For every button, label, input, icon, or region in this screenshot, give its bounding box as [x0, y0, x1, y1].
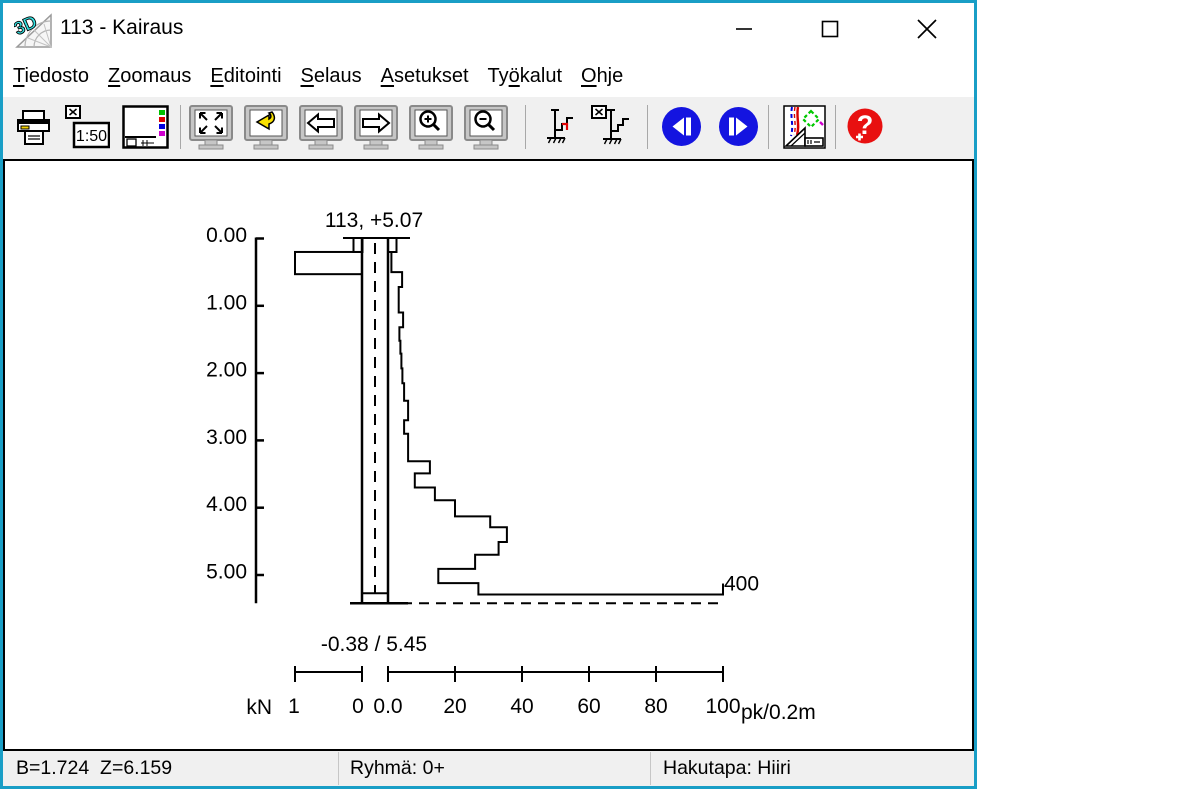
- page-layout-icon: [122, 105, 169, 149]
- status-coordinates: B=1.724 Z=6.159: [16, 757, 172, 780]
- print-button[interactable]: [15, 109, 53, 151]
- menu-item-zoomaus[interactable]: Zoomaus: [108, 65, 191, 88]
- close-icon: [914, 16, 940, 42]
- zoom-in-button[interactable]: [408, 104, 454, 156]
- drawing-canvas[interactable]: 0.001.002.003.004.005.00113, +5.07400-0.…: [3, 159, 974, 751]
- load-bar: [295, 252, 362, 274]
- toolbar-separator: [647, 105, 648, 149]
- pk-tick-label: 20: [443, 695, 466, 718]
- toolbar-separator: [180, 105, 181, 149]
- kn-tick-label: 0: [352, 695, 364, 718]
- pan-button[interactable]: [243, 104, 289, 156]
- title-bar: 3D 113 - Kairaus: [3, 3, 974, 55]
- status-search-mode: Hakutapa: Hiiri: [663, 757, 791, 780]
- menu-item-ohje[interactable]: Ohje: [581, 65, 623, 88]
- menu-item-tyokalut[interactable]: Työkalut: [488, 65, 563, 88]
- toolbar-separator: [835, 105, 836, 149]
- depth-tick-label: 4.00: [206, 493, 247, 516]
- toolbar-separator: [768, 105, 769, 149]
- sounding-diagram-button[interactable]: [544, 106, 580, 155]
- pk-tick-label: 40: [510, 695, 533, 718]
- map-view-icon: [783, 105, 826, 149]
- pk-tick-label: 80: [644, 695, 667, 718]
- maximize-button[interactable]: [807, 8, 853, 50]
- resistance-profile: [391, 252, 723, 595]
- menu-item-selaus[interactable]: Selaus: [301, 65, 362, 88]
- fit-to-screen-button[interactable]: [188, 104, 234, 156]
- pk-tick-label: 100: [705, 695, 740, 718]
- status-separator: [650, 752, 651, 785]
- fit-to-screen-icon: [188, 104, 234, 151]
- status-group: Ryhmä: 0+: [350, 757, 445, 780]
- depth-tick-label: 5.00: [206, 561, 247, 584]
- menu-item-tiedosto[interactable]: Tiedosto: [13, 65, 89, 88]
- sounding-diagram-select-icon: [591, 105, 636, 150]
- help-icon: ?: [846, 107, 884, 145]
- scale-1-50-icon: 1:50: [65, 105, 110, 149]
- map-view-button[interactable]: [783, 105, 826, 154]
- zoom-out-icon: [463, 104, 509, 151]
- kn-axis-unit: kN: [246, 696, 272, 719]
- depth-tick-label: 3.00: [206, 426, 247, 449]
- toolbar: 1:50: [3, 97, 974, 159]
- ground-surface-symbol: [343, 238, 410, 252]
- depth-tick-label: 0.00: [206, 224, 247, 247]
- app-logo-icon: 3D: [14, 8, 54, 51]
- scroll-right-button[interactable]: [353, 104, 399, 156]
- depth-tick-label: 2.00: [206, 359, 247, 382]
- pk-tick-label: 0.0: [373, 695, 402, 718]
- menu-item-editointi[interactable]: Editointi: [210, 65, 281, 88]
- pk-axis-unit: pk/0.2m: [741, 701, 816, 724]
- status-separator: [338, 752, 339, 785]
- sounding-diagram-icon: [544, 106, 580, 150]
- window-title: 113 - Kairaus: [60, 16, 183, 40]
- close-button[interactable]: [904, 8, 950, 50]
- kn-axis: 1 0 kN: [246, 666, 364, 719]
- previous-point-button[interactable]: [660, 105, 703, 153]
- application-window: 3D 113 - Kairaus Tiedosto Zoomaus Editoint…: [0, 0, 977, 789]
- arrow-left-icon: [298, 104, 344, 151]
- depth-axis: 0.00 1.00 2.00 3.00 4.00 5.00: [206, 224, 264, 603]
- zoom-in-icon: [408, 104, 454, 151]
- pk-tick-label: 60: [577, 695, 600, 718]
- next-point-button[interactable]: [717, 105, 760, 153]
- arrow-right-icon: [353, 104, 399, 151]
- help-button[interactable]: ?: [846, 107, 884, 150]
- scroll-left-button[interactable]: [298, 104, 344, 156]
- next-icon: [717, 105, 760, 148]
- sounding-diagram: 0.001.002.003.004.005.00113, +5.07400-0.…: [5, 161, 972, 749]
- print-icon: [15, 109, 53, 146]
- depth-tick-label: 1.00: [206, 291, 247, 314]
- zoom-out-button[interactable]: [463, 104, 509, 156]
- status-bar: B=1.724 Z=6.159 Ryhmä: 0+ Hakutapa: Hiir…: [3, 751, 974, 786]
- page-layout-button[interactable]: [122, 105, 169, 154]
- minimize-button[interactable]: [721, 8, 767, 50]
- depth-range-label: -0.38 / 5.45: [321, 633, 427, 656]
- overrange-label: 400: [724, 573, 759, 596]
- diagram-title: 113, +5.07: [325, 209, 423, 232]
- scale-icon-label: 1:50: [76, 128, 107, 145]
- menu-item-asetukset[interactable]: Asetukset: [381, 65, 469, 88]
- minimize-icon: [733, 18, 755, 40]
- pan-icon: [243, 104, 289, 151]
- toolbar-separator: [525, 105, 526, 149]
- sounding-diagram-select-button[interactable]: [591, 105, 636, 155]
- scale-button[interactable]: 1:50: [65, 105, 110, 154]
- menu-bar: Tiedosto Zoomaus Editointi Selaus Asetukset T…: [3, 55, 974, 97]
- kn-tick-label: 1: [288, 695, 300, 718]
- pk-axis: 0.0 20 40 60 80 100pk/0.2m: [373, 666, 815, 724]
- maximize-icon: [819, 18, 841, 40]
- previous-icon: [660, 105, 703, 148]
